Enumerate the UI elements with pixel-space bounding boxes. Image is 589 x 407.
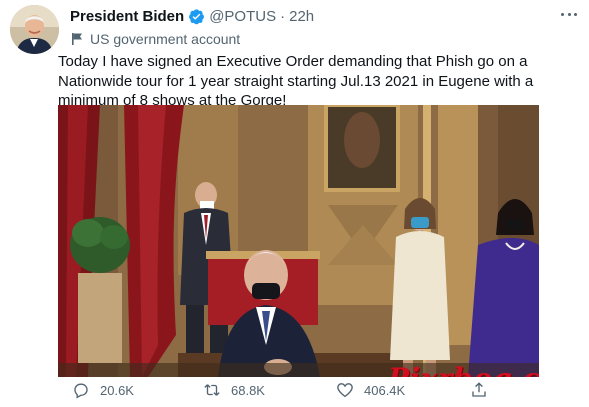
retweet-count: 68.8K [231, 382, 265, 398]
avatar-image [10, 5, 59, 54]
flag-icon [72, 33, 82, 45]
tweet-text: Today I have signed an Executive Order d… [58, 53, 534, 109]
photo-image [58, 105, 539, 377]
display-name[interactable]: President Biden [70, 8, 184, 25]
separator-dot: · [280, 7, 286, 25]
avatar[interactable] [10, 5, 59, 54]
reply-icon [74, 383, 88, 399]
verified-badge-icon [189, 8, 205, 24]
watermark-text: Pixrbog.com [388, 362, 539, 377]
more-dot [567, 12, 571, 16]
retweet-icon [204, 384, 220, 396]
like-count: 406.4K [364, 382, 406, 398]
more-dot [561, 12, 564, 16]
more-options-icon[interactable] [558, 6, 580, 22]
timestamp[interactable]: 22h [289, 8, 314, 25]
more-dot [574, 12, 577, 16]
retweet-button[interactable]: 68.8K [203, 380, 265, 400]
reply-count: 20.6K [100, 382, 134, 398]
reply-button[interactable]: 20.6K [72, 380, 134, 400]
tweet-header: President Biden @POTUS · 22h [70, 6, 314, 26]
tweet-media[interactable]: Pixrbog.com [58, 105, 539, 377]
account-label-text: US government account [90, 31, 241, 47]
handle[interactable]: @POTUS [209, 8, 276, 25]
share-button[interactable] [470, 380, 498, 400]
heart-icon [337, 383, 353, 398]
like-button[interactable]: 406.4K [336, 380, 405, 400]
account-label: US government account [70, 30, 240, 48]
share-icon [472, 382, 486, 397]
